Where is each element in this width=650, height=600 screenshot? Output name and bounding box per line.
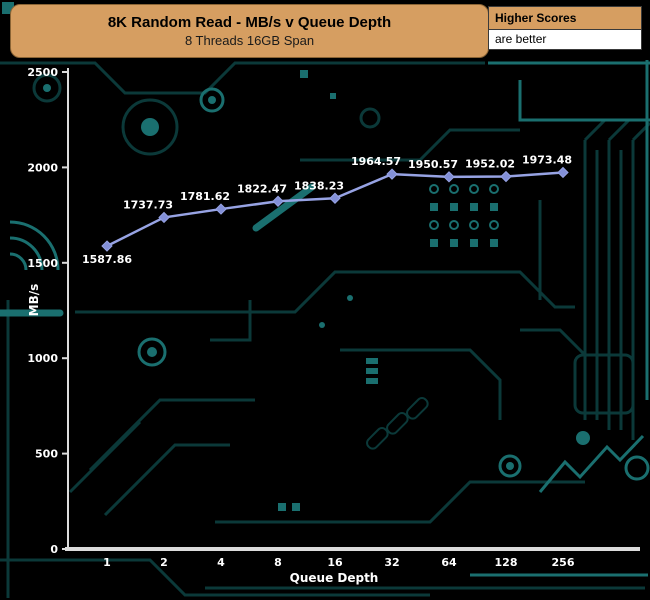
chart-svg: 0 500 1000 1500 2000 2500 1 2 4 8 16 32 64 128 256 1587… [0,0,650,600]
data-point-marker [444,172,454,182]
y-tick-label: 1500 [27,257,58,270]
data-point-marker [501,172,511,182]
chart-title-box: 8K Random Read - MB/s v Queue Depth 8 Th… [10,4,489,58]
note-title: Higher Scores [489,7,641,30]
chart-title: 8K Random Read - MB/s v Queue Depth [11,14,488,31]
data-point-marker [387,169,397,179]
y-tick-label: 2500 [27,66,58,79]
x-tick-label: 256 [552,556,575,569]
x-axis-title: Queue Depth [290,571,379,585]
data-point-label: 1587.86 [82,253,132,266]
y-tick-label: 2000 [27,161,58,174]
data-point-label: 1838.23 [294,179,344,192]
data-point-label: 1950.57 [408,158,458,171]
data-point-marker [216,204,226,214]
x-tick-label: 16 [327,556,343,569]
data-point-label: 1781.62 [180,190,230,203]
x-tick-label: 64 [441,556,457,569]
data-point-marker [558,167,568,177]
y-axis-title: MB/s [27,284,41,317]
data-point-label: 1964.57 [351,155,401,168]
data-point-marker [273,196,283,206]
data-point-label: 1952.02 [465,158,515,171]
screenshot-root: 0 500 1000 1500 2000 2500 1 2 4 8 16 32 64 128 256 1587… [0,0,650,600]
data-point-marker [330,193,340,203]
higher-scores-note: Higher Scores are better [488,6,642,50]
y-tick-label: 1000 [27,352,58,365]
data-point-marker [159,212,169,222]
note-body: are better [489,30,641,49]
data-point-label: 1973.48 [522,153,572,166]
chart-subtitle: 8 Threads 16GB Span [11,33,488,48]
data-point-marker [102,241,112,251]
x-tick-label: 8 [274,556,282,569]
x-tick-label: 1 [103,556,111,569]
x-tick-label: 4 [217,556,225,569]
x-tick-label: 32 [384,556,399,569]
data-point-label: 1822.47 [237,182,287,195]
x-tick-label: 2 [160,556,168,569]
x-tick-label: 128 [495,556,518,569]
y-tick-label: 500 [35,448,58,461]
y-tick-label: 0 [50,543,58,556]
data-point-label: 1737.73 [123,198,173,211]
